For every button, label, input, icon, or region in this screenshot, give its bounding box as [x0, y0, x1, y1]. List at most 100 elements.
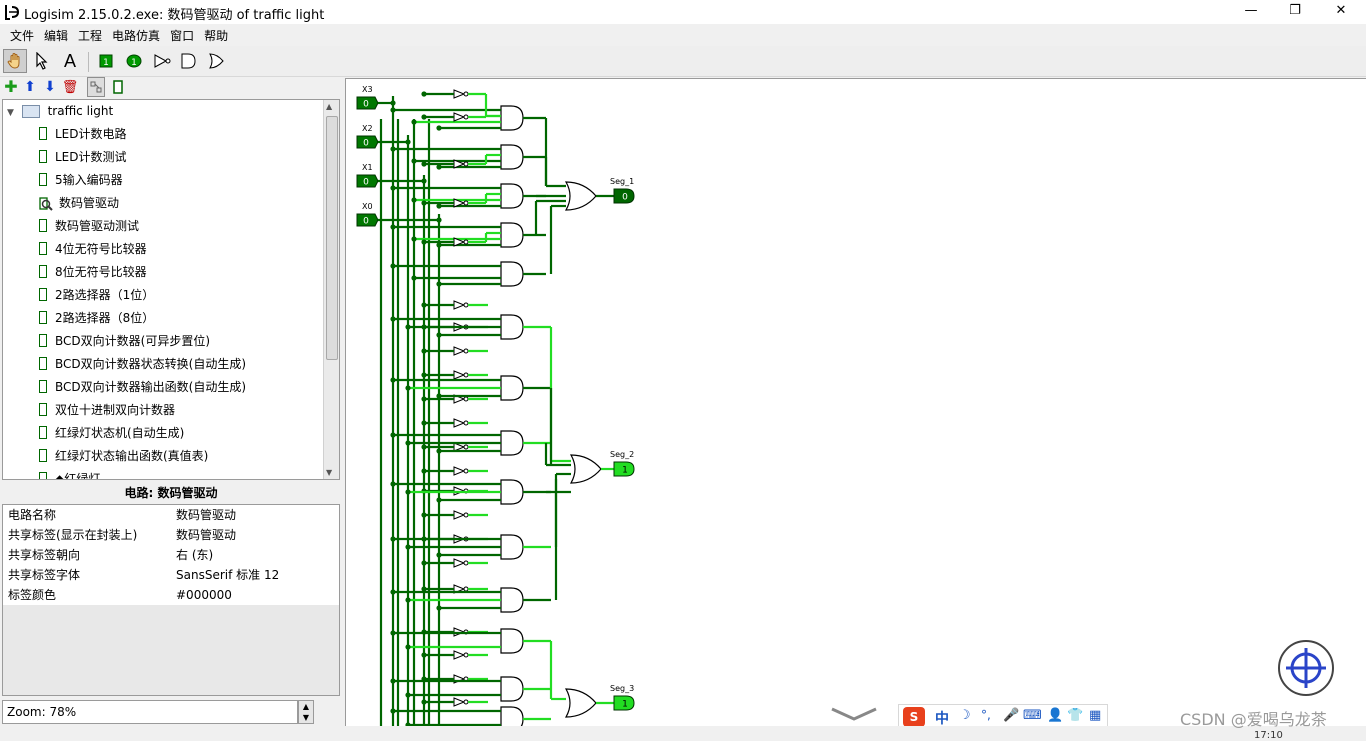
tree-item-label: 4位无符号比较器 [55, 242, 147, 256]
collapse-arrow-icon[interactable]: ▼ [7, 108, 14, 118]
tree-item-circuit[interactable]: LED计数电路 [39, 123, 127, 145]
or-gate-tool-button[interactable] [204, 49, 228, 73]
junction-dot [436, 497, 442, 503]
menu-edit[interactable]: 编辑 [39, 24, 73, 44]
circuit-diagram[interactable]: X3 0 X2 0 X1 0 X0 0 0 Seg_1 1 Seg_2 1 Seg_3 [346, 79, 1366, 726]
property-row[interactable]: 共享标签朝向 右 (东) [3, 545, 339, 565]
tree-item-circuit[interactable]: 数码管驱动测试 [39, 215, 139, 237]
appearance-view-button[interactable] [109, 77, 127, 97]
delete-circuit-button[interactable]: 🗑 [61, 77, 79, 97]
output-pin-value: 1 [622, 700, 628, 710]
tree-item-label: BCD双向计数器输出函数(自动生成) [55, 380, 247, 394]
property-value[interactable]: 数码管驱动 [176, 505, 236, 525]
minimize-button[interactable]: — [1228, 0, 1274, 24]
tree-item-circuit[interactable]: 数码管驱动 [39, 192, 119, 214]
menu-window[interactable]: 窗口 [165, 24, 199, 44]
scroll-down-icon[interactable]: ▼ [326, 468, 332, 477]
tree-item-circuit[interactable]: BCD双向计数器(可异步置位) [39, 330, 210, 352]
tree-item-label: 2路选择器（1位） [55, 288, 155, 302]
skin-icon[interactable]: 👕 [1067, 708, 1083, 723]
junction-dot [390, 316, 396, 322]
project-node[interactable]: ▼ traffic light [7, 100, 113, 122]
tree-item-circuit[interactable]: 2路选择器（8位） [39, 307, 154, 329]
move-up-button[interactable]: ⬆ [21, 77, 39, 97]
and-gate-tool-button[interactable] [176, 49, 200, 73]
microphone-icon[interactable]: 🎤 [1003, 708, 1019, 723]
not-gate-bubble [463, 699, 469, 705]
input-pin-tool-button[interactable]: 1 [94, 49, 118, 73]
junction-dot [405, 644, 411, 650]
property-row[interactable]: 标签颜色 #000000 [3, 585, 339, 605]
tree-item-label: 2路选择器（8位） [55, 311, 155, 325]
add-circuit-button[interactable]: ✚ [2, 77, 20, 97]
junction-dot [421, 444, 427, 450]
junction-dot [390, 224, 396, 230]
zoom-stepper[interactable]: ▲ ▼ [298, 700, 314, 724]
tree-item-circuit[interactable]: 5输入编码器 [39, 169, 123, 191]
tree-scroll-thumb[interactable] [326, 116, 338, 360]
zoom-field[interactable]: Zoom: 78% [2, 700, 298, 724]
tree-item-circuit[interactable]: 4位无符号比较器 [39, 238, 147, 260]
circuit-canvas[interactable]: X3 0 X2 0 X1 0 X0 0 0 Seg_1 1 Seg_2 1 Seg_3 [345, 78, 1366, 726]
junction-dot [411, 236, 417, 242]
property-value[interactable]: SansSerif 标准 12 [176, 565, 279, 585]
text-tool-button[interactable]: A [58, 49, 82, 73]
property-value[interactable]: #000000 [176, 585, 232, 605]
property-value[interactable]: 数码管驱动 [176, 525, 236, 545]
tree-item-circuit[interactable]: LED计数测试 [39, 146, 127, 168]
poke-tool-button[interactable] [3, 49, 27, 73]
menu-bar: 文件 编辑 工程 电路仿真 窗口 帮助 [0, 24, 1366, 46]
menu-help[interactable]: 帮助 [199, 24, 233, 44]
junction-dot [436, 393, 442, 399]
junction-dot [421, 200, 427, 206]
menu-simulate[interactable]: 电路仿真 [107, 24, 165, 44]
or-gate-icon [209, 53, 224, 69]
junction-dot [421, 652, 427, 658]
tree-item-circuit[interactable]: ◆红绿灯 [39, 468, 100, 479]
scroll-up-icon[interactable]: ▲ [326, 102, 332, 111]
not-gate [453, 346, 466, 356]
tree-item-circuit[interactable]: BCD双向计数器输出函数(自动生成) [39, 376, 246, 398]
junction-dot [436, 448, 442, 454]
menu-project[interactable]: 工程 [73, 24, 107, 44]
not-gate-bubble [463, 420, 469, 426]
circuit-explorer: ▼ traffic light LED计数电路 LED计数测试 5输入编码器 数码管驱… [2, 99, 340, 480]
trash-icon: 🗑 [61, 79, 79, 95]
chevron-down-icon[interactable] [830, 705, 878, 723]
ime-lang-toggle[interactable]: 中 [935, 708, 949, 728]
ime-brand-icon[interactable]: S [903, 707, 925, 727]
layout-view-button[interactable] [87, 77, 105, 97]
property-value[interactable]: 右 (东) [176, 545, 213, 565]
crosshair-button[interactable] [1278, 640, 1334, 696]
menu-file[interactable]: 文件 [5, 24, 39, 44]
not-gate [453, 510, 466, 520]
tree-item-circuit[interactable]: 红绿灯状态机(自动生成) [39, 422, 184, 444]
tree-item-circuit[interactable]: 8位无符号比较器 [39, 261, 147, 283]
user-icon[interactable]: 👤 [1047, 708, 1063, 723]
property-row[interactable]: 电路名称 数码管驱动 [3, 505, 339, 525]
tree-item-circuit[interactable]: 红绿灯状态输出函数(真值表) [39, 445, 208, 467]
close-button[interactable]: ✕ [1318, 0, 1364, 24]
junction-dot [405, 544, 411, 550]
punctuation-icon[interactable]: °, [981, 708, 991, 722]
not-gate-bubble [463, 586, 469, 592]
tree-scrollbar[interactable]: ▲ ▼ [323, 100, 339, 479]
move-down-button[interactable]: ⬇ [41, 77, 59, 97]
hand-icon [7, 53, 20, 69]
svg-text:1: 1 [103, 58, 109, 68]
junction-dot [411, 275, 417, 281]
keyboard-icon[interactable]: ⌨ [1023, 708, 1042, 723]
output-pin-tool-button[interactable]: 1 [122, 49, 146, 73]
tree-item-circuit[interactable]: 2路选择器（1位） [39, 284, 154, 306]
tree-item-circuit[interactable]: BCD双向计数器状态转换(自动生成) [39, 353, 246, 375]
tree-item-circuit[interactable]: 双位十进制双向计数器 [39, 399, 175, 421]
not-gate-tool-button[interactable] [150, 49, 174, 73]
maximize-button[interactable]: ❐ [1272, 0, 1318, 24]
output-pin-value: 0 [622, 193, 628, 203]
moon-icon[interactable]: ☽ [959, 708, 971, 723]
grid-menu-icon[interactable]: ▦ [1089, 708, 1101, 723]
property-row[interactable]: 共享标签(显示在封装上) 数码管驱动 [3, 525, 339, 545]
select-tool-button[interactable] [30, 49, 54, 73]
not-gate [453, 112, 466, 122]
property-row[interactable]: 共享标签字体 SansSerif 标准 12 [3, 565, 339, 585]
